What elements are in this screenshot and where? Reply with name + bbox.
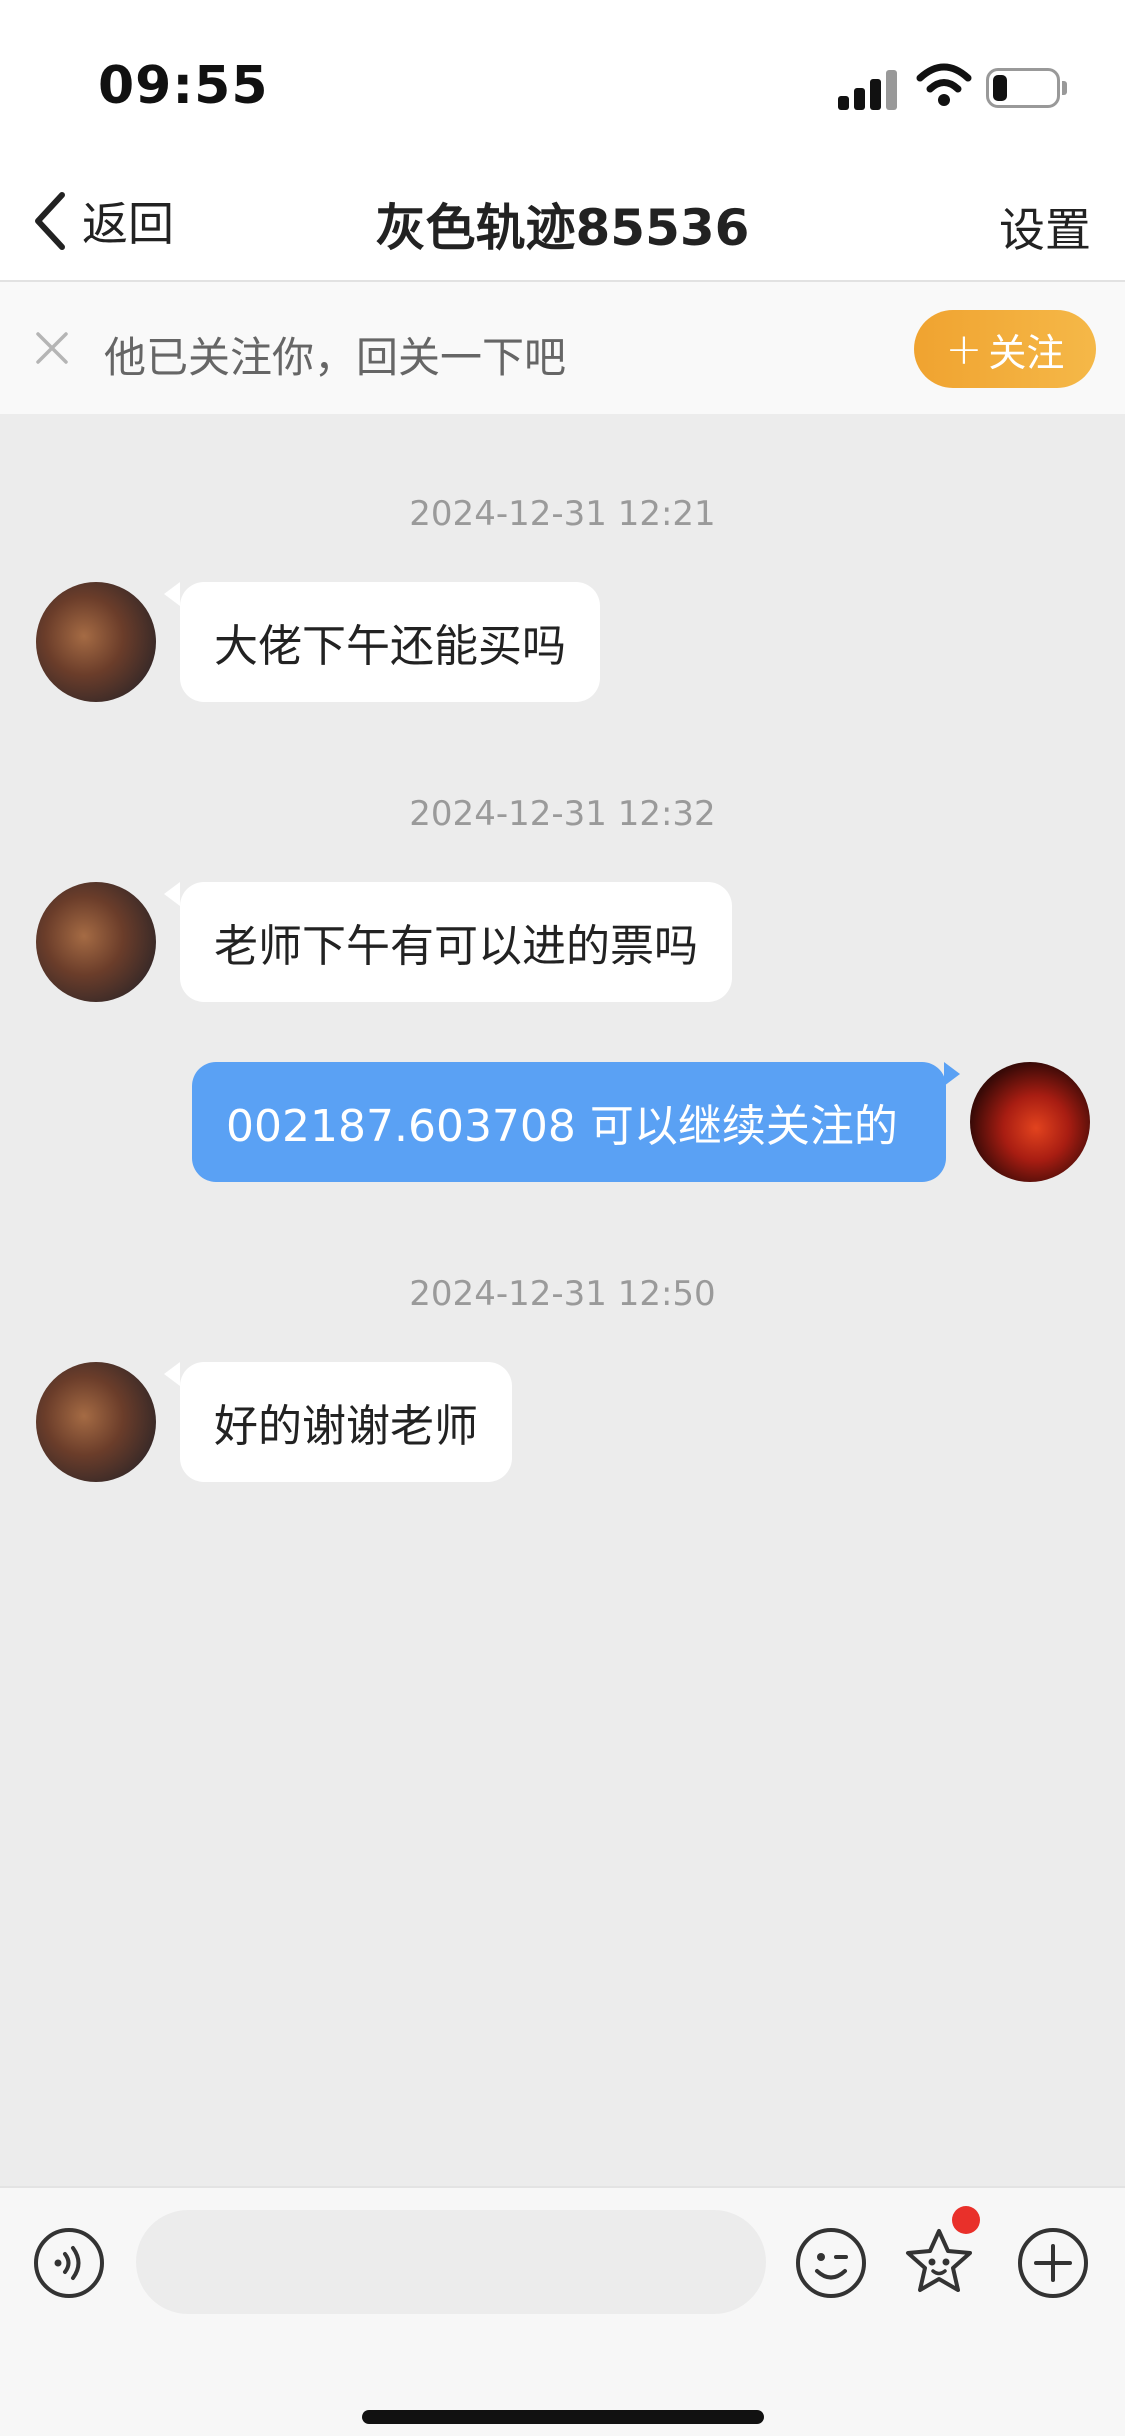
incoming-message[interactable]: 老师下午有可以进的票吗 — [180, 882, 732, 1002]
wifi-icon — [916, 63, 972, 106]
follow-hint-text: 他已关注你，回关一下吧 — [104, 333, 567, 382]
message-timestamp: 2024-12-31 12:50 — [409, 1274, 716, 1314]
bubble-tail — [164, 882, 180, 906]
nav-bar: 返回 灰色轨迹85536 设置 — [0, 160, 1125, 282]
status-bar: 09:55 — [0, 0, 1125, 160]
page-title: 灰色轨迹85536 — [375, 199, 750, 257]
voice-icon[interactable] — [32, 2226, 106, 2300]
add-icon[interactable] — [1016, 2226, 1090, 2300]
follow-button-label: 关注 — [988, 330, 1065, 375]
message-input[interactable] — [136, 2210, 766, 2314]
bubble-tail — [164, 1362, 180, 1386]
contact-avatar[interactable] — [36, 582, 156, 702]
plus-icon: + — [945, 323, 983, 375]
input-bar — [0, 2186, 1125, 2436]
follow-back-banner: 他已关注你，回关一下吧 + 关注 — [0, 282, 1125, 414]
follow-button[interactable]: + 关注 — [914, 310, 1096, 388]
contact-avatar[interactable] — [36, 882, 156, 1002]
message-timestamp: 2024-12-31 12:32 — [409, 794, 716, 834]
sticker-icon[interactable] — [902, 2226, 976, 2300]
bubble-tail — [944, 1062, 960, 1086]
message-timestamp: 2024-12-31 12:21 — [409, 494, 716, 534]
bubble-tail — [164, 582, 180, 606]
incoming-message[interactable]: 好的谢谢老师 — [180, 1362, 512, 1482]
incoming-message[interactable]: 大佬下午还能买吗 — [180, 582, 600, 702]
status-time: 09:55 — [98, 56, 269, 116]
battery-icon — [986, 68, 1067, 108]
notification-badge — [952, 2206, 980, 2234]
cellular-signal-icon — [838, 70, 898, 110]
chat-screen: 09:55 返回 灰色轨迹85536 设置 他已关注你，回关一下吧 + 关注 2… — [0, 0, 1125, 2436]
settings-button[interactable]: 设置 — [999, 194, 1091, 260]
emoji-icon[interactable] — [794, 2226, 868, 2300]
my-avatar[interactable] — [970, 1062, 1090, 1182]
contact-avatar[interactable] — [36, 1362, 156, 1482]
outgoing-message[interactable]: 002187.603708 可以继续关注的 — [192, 1062, 946, 1182]
close-icon[interactable] — [32, 328, 72, 368]
home-indicator[interactable] — [362, 2410, 764, 2424]
